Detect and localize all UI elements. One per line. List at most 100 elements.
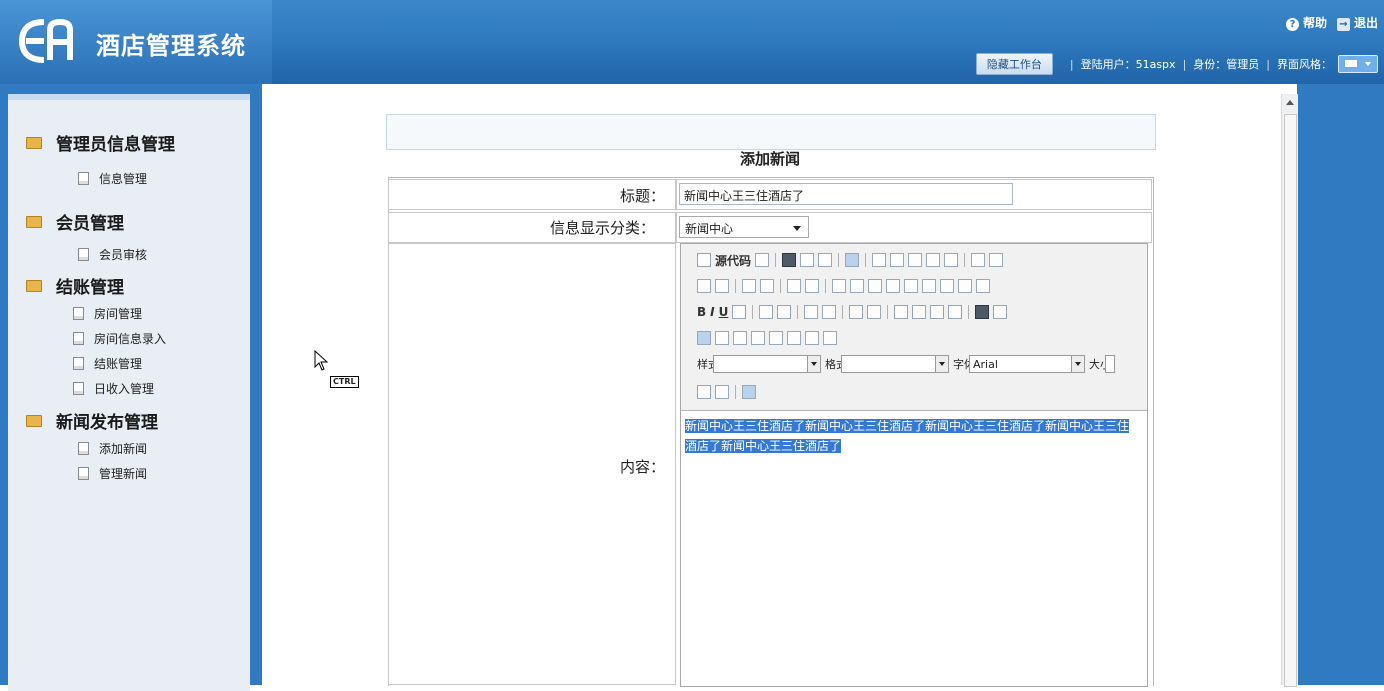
font-label: 字体 [953, 357, 975, 371]
hidden-field-icon[interactable] [976, 279, 990, 293]
sidebar-item-member-review[interactable]: 会员审核 [78, 246, 147, 263]
save-icon[interactable] [782, 253, 797, 267]
find-icon[interactable] [742, 279, 756, 293]
style-dropdown[interactable] [713, 355, 821, 373]
theme-selector-button[interactable] [1338, 55, 1378, 73]
align-right-icon[interactable] [930, 305, 945, 319]
smiley-icon[interactable] [769, 331, 783, 345]
select-field-icon[interactable] [922, 279, 936, 293]
paste-icon[interactable] [908, 253, 923, 267]
special-char-icon[interactable] [787, 331, 801, 345]
unlink-icon[interactable] [993, 305, 1008, 319]
page-break-icon[interactable] [805, 331, 819, 345]
sidebar-group-admin-info[interactable]: 管理员信息管理 [26, 130, 175, 155]
checkbox-icon[interactable] [850, 279, 864, 293]
scroll-up-icon[interactable] [1286, 100, 1294, 105]
image-icon[interactable] [697, 331, 711, 345]
radio-icon[interactable] [868, 279, 882, 293]
sidebar-item-room-management[interactable]: 房间管理 [73, 305, 142, 322]
horizontal-rule-icon[interactable] [751, 331, 765, 345]
sidebar-item-checkout-management[interactable]: 结账管理 [73, 355, 142, 372]
preview-icon[interactable] [755, 253, 770, 267]
sidebar-item-info-management[interactable]: 信息管理 [78, 170, 147, 187]
folder-icon [26, 215, 42, 228]
toolbar-separator [865, 253, 867, 267]
sidebar-item-add-news[interactable]: 添加新闻 [78, 440, 147, 457]
ordered-list-icon[interactable] [804, 305, 819, 319]
italic-icon[interactable]: I [710, 305, 714, 319]
superscript-icon[interactable] [777, 305, 792, 319]
hide-workbench-button[interactable]: 隐藏工作台 [975, 53, 1053, 75]
editor-toolbar: 源代码 B I U 样式 格式 字体 Arial 大小 [681, 244, 1147, 411]
toolbar-row-5: 样式 格式 字体 Arial 大小 [697, 354, 1115, 374]
bold-icon[interactable]: B [697, 305, 706, 319]
link-icon[interactable] [975, 305, 990, 319]
button-icon[interactable] [940, 279, 954, 293]
redo-icon[interactable] [715, 279, 729, 293]
new-page-icon[interactable] [800, 253, 815, 267]
title-input[interactable]: 新闻中心王三住酒店了 [679, 183, 1013, 205]
exit-icon: → [1336, 18, 1350, 31]
source-button[interactable]: 源代码 [715, 252, 751, 269]
sidebar-group-checkout[interactable]: 结账管理 [26, 273, 124, 298]
help-link[interactable]: ? 帮助 [1285, 14, 1327, 31]
form-icon[interactable] [832, 279, 846, 293]
copy-icon[interactable] [890, 253, 905, 267]
replace-icon[interactable] [760, 279, 774, 293]
spellcheck-icon[interactable] [989, 253, 1004, 267]
text-color-icon[interactable] [697, 385, 711, 399]
rich-text-editor[interactable]: 源代码 B I U 样式 格式 字体 Arial 大小 新闻中心王三住酒店了新闻… [680, 243, 1148, 687]
strike-icon[interactable] [732, 305, 747, 319]
textarea-icon[interactable] [904, 279, 918, 293]
flash-icon[interactable] [715, 331, 729, 345]
toolbar-separator [735, 385, 736, 399]
format-label: 格式 [825, 357, 847, 371]
login-user-text: 登陆用户：51aspx [1080, 58, 1176, 71]
chevron-down-icon [1071, 356, 1084, 372]
align-left-icon[interactable] [894, 305, 909, 319]
size-dropdown[interactable] [1105, 355, 1115, 373]
outdent-icon[interactable] [849, 305, 864, 319]
editor-content[interactable]: 新闻中心王三住酒店了新闻中心王三住酒店了新闻中心王三住酒店了新闻中心王三住酒店了… [685, 416, 1135, 456]
align-center-icon[interactable] [912, 305, 927, 319]
paste-word-icon[interactable] [944, 253, 959, 267]
user-status-bar: 隐藏工作台 | 登陆用户：51aspx | 身份：管理员 | 界面风格： [975, 53, 1378, 75]
paste-text-icon[interactable] [926, 253, 941, 267]
sidebar-group-members[interactable]: 会员管理 [26, 209, 124, 234]
justify-icon[interactable] [948, 305, 963, 319]
scroll-thumb[interactable] [1284, 114, 1297, 687]
source-icon[interactable] [697, 253, 711, 267]
right-frame [1297, 84, 1384, 685]
top-panel [386, 114, 1156, 150]
format-dropdown[interactable] [841, 355, 949, 373]
print-icon[interactable] [971, 253, 986, 267]
folder-icon [26, 279, 42, 292]
remove-format-icon[interactable] [805, 279, 819, 293]
document-icon [78, 442, 89, 455]
chevron-down-icon [793, 226, 801, 231]
undo-icon[interactable] [697, 279, 711, 293]
cut-icon[interactable] [872, 253, 887, 267]
image-button-icon[interactable] [958, 279, 972, 293]
unordered-list-icon[interactable] [822, 305, 837, 319]
textfield-icon[interactable] [886, 279, 900, 293]
vertical-scrollbar[interactable] [1281, 94, 1298, 687]
select-all-icon[interactable] [787, 279, 801, 293]
table-icon[interactable] [733, 331, 747, 345]
sidebar-item-daily-income[interactable]: 日收入管理 [73, 380, 154, 397]
background-color-icon[interactable] [715, 385, 729, 399]
indent-icon[interactable] [867, 305, 882, 319]
fit-window-icon[interactable] [742, 385, 756, 399]
media-icon[interactable] [823, 331, 837, 345]
subscript-icon[interactable] [759, 305, 774, 319]
exit-link[interactable]: → 退出 [1336, 14, 1378, 31]
underline-icon[interactable]: U [719, 305, 729, 319]
sidebar-item-manage-news[interactable]: 管理新闻 [78, 465, 147, 482]
category-select[interactable]: 新闻中心 [679, 216, 809, 238]
sidebar-group-news[interactable]: 新闻发布管理 [26, 408, 158, 433]
print-preview-icon[interactable] [818, 253, 833, 267]
document-icon [73, 357, 84, 370]
template-icon[interactable] [845, 253, 860, 267]
sidebar-item-room-entry[interactable]: 房间信息录入 [73, 330, 166, 347]
font-dropdown[interactable]: Arial [969, 355, 1085, 373]
